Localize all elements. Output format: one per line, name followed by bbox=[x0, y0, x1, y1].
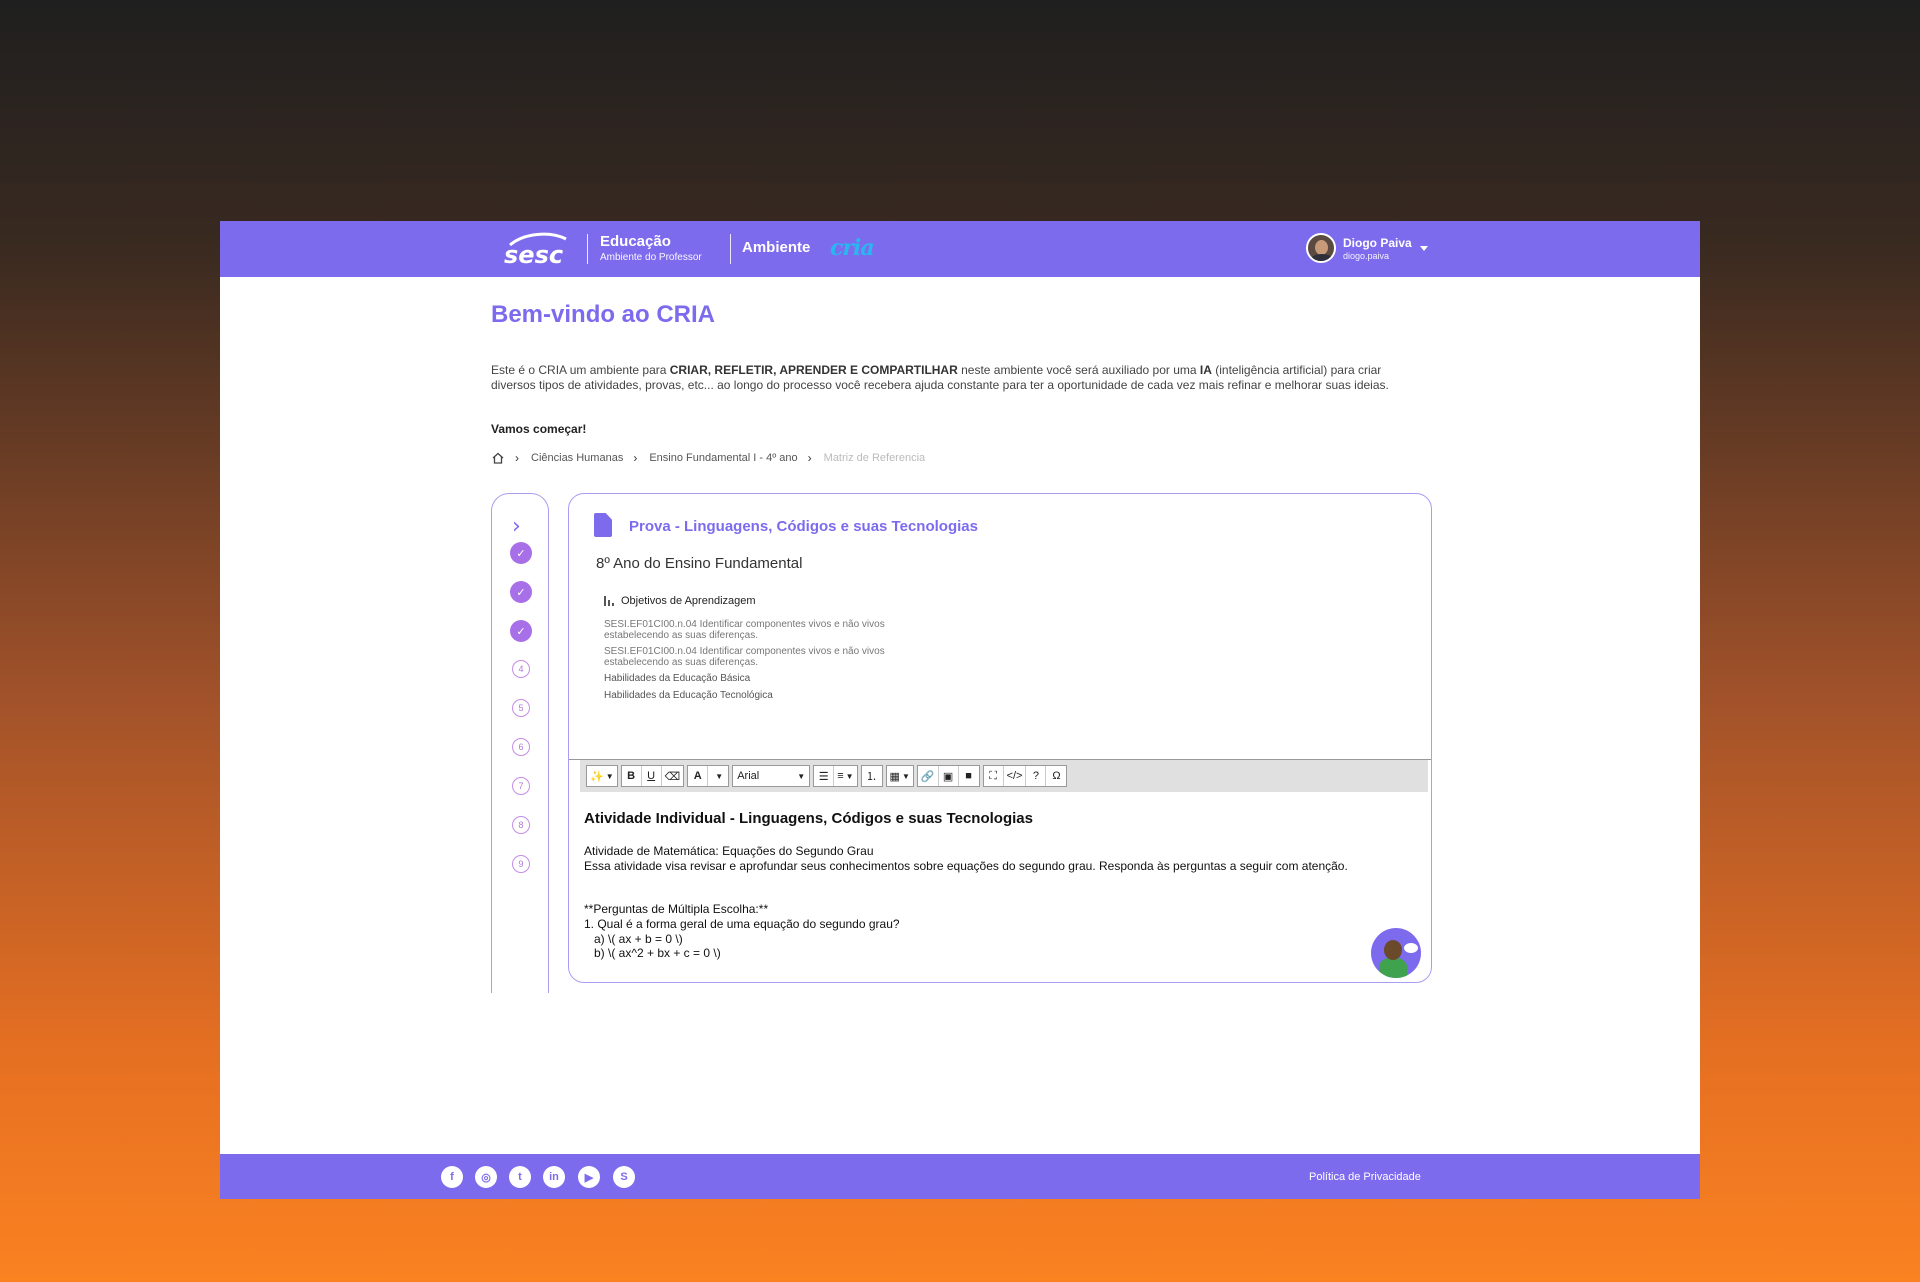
code-icon[interactable]: </> bbox=[1004, 766, 1027, 786]
footer: f ◎ t in ▶ S Política de Privacidade bbox=[220, 1154, 1700, 1199]
start-label: Vamos começar! bbox=[491, 422, 587, 436]
skills-basic-link[interactable]: Habilidades da Educação Básica bbox=[604, 673, 750, 684]
top-navbar: sesc Educação Ambiente do Professor Ambi… bbox=[220, 221, 1700, 277]
align-icon[interactable]: ≡ ▼ bbox=[834, 766, 856, 786]
editor-line: Atividade de Matemática: Equações do Seg… bbox=[584, 844, 874, 858]
youtube-icon[interactable]: ▶ bbox=[578, 1166, 600, 1188]
privacy-policy-link[interactable]: Política de Privacidade bbox=[1309, 1171, 1421, 1183]
skills-tech-link[interactable]: Habilidades da Educação Tecnológica bbox=[604, 690, 773, 701]
editor-line bbox=[584, 888, 1404, 903]
bold-button[interactable]: B bbox=[622, 766, 642, 786]
objective-item: SESI.EF01CI00.n.04 Identificar component… bbox=[604, 619, 885, 641]
sesc-logo[interactable]: sesc bbox=[502, 229, 570, 269]
svg-text:sesc: sesc bbox=[504, 241, 563, 269]
chevron-right-icon: › bbox=[633, 451, 638, 465]
user-name[interactable]: Diogo Paiva bbox=[1343, 236, 1412, 250]
step-3[interactable]: ✓ bbox=[510, 620, 532, 642]
editor-line: Essa atividade visa revisar e aprofundar… bbox=[584, 858, 1348, 873]
step-6[interactable]: 6 bbox=[512, 738, 530, 756]
help-icon[interactable]: ? bbox=[1026, 766, 1047, 786]
magic-wand-icon[interactable]: ✨ ▼ bbox=[587, 766, 617, 786]
activity-heading[interactable]: Atividade Individual - Linguagens, Códig… bbox=[584, 810, 1033, 827]
avatar[interactable] bbox=[1306, 233, 1336, 263]
objective-item: SESI.EF01CI00.n.04 Identificar component… bbox=[604, 646, 885, 668]
chevron-right-icon: › bbox=[515, 451, 519, 465]
step-2[interactable]: ✓ bbox=[510, 581, 532, 603]
chat-icon bbox=[1404, 943, 1418, 953]
objectives-heading[interactable]: Objetivos de Aprendizagem bbox=[604, 595, 756, 607]
step-5[interactable]: 5 bbox=[512, 699, 530, 717]
grade-label: 8º Ano do Ensino Fundamental bbox=[596, 555, 803, 572]
chevron-right-icon: › bbox=[807, 451, 812, 465]
cria-logo[interactable]: cria bbox=[830, 235, 875, 261]
breadcrumb-item[interactable]: Ciências Humanas bbox=[531, 452, 623, 464]
fullscreen-icon[interactable]: ⛶ bbox=[984, 766, 1004, 786]
font-color-button[interactable]: A bbox=[688, 766, 709, 786]
link-icon[interactable]: 🔗 bbox=[918, 766, 939, 786]
editor-line: **Perguntas de Múltipla Escolha:** bbox=[584, 902, 769, 917]
header-divider bbox=[730, 234, 731, 264]
step-1[interactable]: ✓ bbox=[510, 542, 532, 564]
ordered-list-icon[interactable]: ⒈ bbox=[862, 766, 882, 786]
editor-line: a) \( ax + b = 0 \) bbox=[584, 931, 683, 946]
section-subtitle: Ambiente do Professor bbox=[600, 252, 702, 263]
facebook-icon[interactable]: f bbox=[441, 1166, 463, 1188]
editor-line bbox=[584, 873, 1404, 888]
assistant-chat-button[interactable] bbox=[1371, 928, 1421, 978]
editor-toolbar: ✨ ▼ B U ⌫ A ▼ Arial ▼ ☰ ≡ ▼ ⒈ ▦ ▼ 🔗 ▣ ■ … bbox=[580, 760, 1428, 792]
table-icon[interactable]: ▦ ▼ bbox=[887, 766, 913, 786]
linkedin-icon[interactable]: in bbox=[543, 1166, 565, 1188]
eraser-icon[interactable]: ⌫ bbox=[662, 766, 684, 786]
omega-icon[interactable]: Ω bbox=[1046, 766, 1066, 786]
exam-panel: Prova - Linguagens, Códigos e suas Tecno… bbox=[568, 493, 1432, 983]
app-window: sesc Educação Ambiente do Professor Ambi… bbox=[220, 221, 1700, 1199]
step-sidebar: › ✓ ✓ ✓ 4 5 6 7 8 9 bbox=[491, 493, 549, 993]
environment-label: Ambiente bbox=[742, 239, 811, 256]
page-title: Bem-vindo ao CRIA bbox=[491, 301, 716, 328]
video-icon[interactable]: ■ bbox=[959, 766, 979, 786]
home-icon[interactable] bbox=[491, 451, 505, 465]
editor-line: 1. Qual é a forma geral de uma equação d… bbox=[584, 916, 900, 931]
breadcrumb-item[interactable]: Ensino Fundamental I - 4º ano bbox=[649, 452, 797, 464]
breadcrumb-item-current: Matriz de Referencia bbox=[823, 452, 926, 464]
header-divider bbox=[587, 234, 588, 264]
twitter-icon[interactable]: t bbox=[509, 1166, 531, 1188]
user-login: diogo.paiva bbox=[1343, 251, 1390, 261]
intro-text: Este é o CRIA um ambiente para CRIAR, RE… bbox=[491, 363, 1389, 392]
instagram-icon[interactable]: ◎ bbox=[475, 1166, 497, 1188]
underline-button[interactable]: U bbox=[642, 766, 662, 786]
breadcrumb: › Ciências Humanas › Ensino Fundamental … bbox=[491, 450, 925, 466]
step-9[interactable]: 9 bbox=[512, 855, 530, 873]
step-7[interactable]: 7 bbox=[512, 777, 530, 795]
chevron-right-icon[interactable]: › bbox=[512, 514, 521, 539]
section-title: Educação bbox=[600, 233, 671, 250]
bullet-list-icon[interactable]: ☰ bbox=[814, 766, 835, 786]
document-icon bbox=[594, 513, 612, 537]
step-8[interactable]: 8 bbox=[512, 816, 530, 834]
font-family-select[interactable]: Arial ▼ bbox=[733, 766, 809, 786]
panel-title: Prova - Linguagens, Códigos e suas Tecno… bbox=[629, 518, 978, 535]
chevron-down-icon[interactable] bbox=[1420, 246, 1428, 251]
sesc-icon[interactable]: S bbox=[613, 1166, 635, 1188]
image-icon[interactable]: ▣ bbox=[939, 766, 959, 786]
hierarchy-icon bbox=[604, 596, 614, 606]
step-4[interactable]: 4 bbox=[512, 660, 530, 678]
editor-line: b) \( ax^2 + bx + c = 0 \) bbox=[584, 946, 721, 961]
editor-content[interactable]: Atividade de Matemática: Equações do Seg… bbox=[584, 844, 1404, 961]
chevron-down-icon[interactable]: ▼ bbox=[708, 766, 728, 786]
